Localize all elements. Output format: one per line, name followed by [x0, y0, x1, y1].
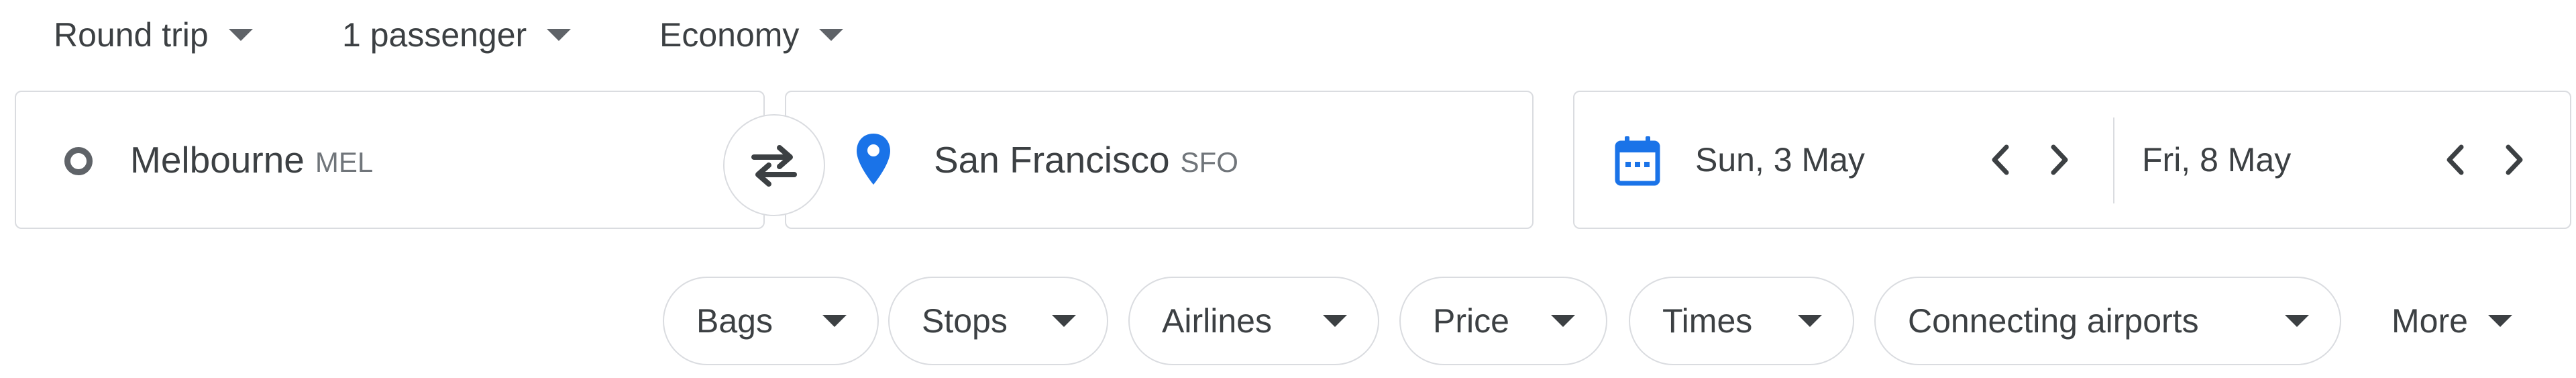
- filter-chip-airlines[interactable]: Airlines: [1128, 277, 1379, 365]
- cabin-class-label: Economy: [659, 16, 800, 54]
- filter-chip-times[interactable]: Times: [1629, 277, 1854, 365]
- filter-chip-connecting-airports[interactable]: Connecting airports: [1874, 277, 2341, 365]
- origin-city: Melbourne: [130, 139, 305, 181]
- swap-button[interactable]: [723, 114, 825, 216]
- cabin-class-select[interactable]: Economy: [659, 8, 844, 62]
- chip-label: Airlines: [1162, 302, 1272, 340]
- calendar-icon: [1615, 136, 1660, 186]
- chevron-left-icon: [2447, 144, 2464, 175]
- caret-down-icon: [1323, 315, 1347, 327]
- caret-down-icon: [1798, 315, 1822, 327]
- origin-code: MEL: [315, 146, 374, 178]
- date-divider: [2113, 117, 2114, 203]
- dates-field: Sun, 3 May Fri, 8 May: [1573, 91, 2571, 229]
- destination-city: San Francisco: [934, 139, 1170, 181]
- departure-next-button[interactable]: [2036, 92, 2083, 228]
- trip-type-select[interactable]: Round trip: [54, 8, 253, 62]
- location-pin-icon: [857, 134, 890, 185]
- caret-down-icon: [228, 29, 253, 41]
- more-filters-button[interactable]: More: [2392, 277, 2512, 365]
- chip-label: Price: [1433, 302, 1509, 340]
- chip-label: Times: [1662, 302, 1753, 340]
- caret-down-icon: [1052, 315, 1076, 327]
- chevron-right-icon: [2506, 144, 2523, 175]
- chip-label: Bags: [696, 302, 773, 340]
- passenger-label: 1 passenger: [342, 16, 527, 54]
- caret-down-icon: [547, 29, 572, 41]
- caret-down-icon: [822, 315, 847, 327]
- return-next-button[interactable]: [2491, 92, 2538, 228]
- departure-date: Sun, 3 May: [1695, 141, 1865, 179]
- trip-type-label: Round trip: [54, 16, 209, 54]
- more-label: More: [2392, 302, 2468, 340]
- departure-prev-button[interactable]: [1977, 92, 2024, 228]
- return-date: Fri, 8 May: [2142, 141, 2292, 179]
- caret-down-icon: [2487, 315, 2512, 327]
- chevron-left-icon: [1992, 144, 2009, 175]
- return-date-input[interactable]: Fri, 8 May: [2115, 92, 2417, 228]
- swap-arrows-icon: [751, 145, 797, 187]
- caret-down-icon: [1551, 315, 1575, 327]
- destination-code: SFO: [1180, 146, 1238, 178]
- flight-search-panel: Round trip 1 passenger Economy Melbourne…: [0, 0, 2576, 378]
- origin-input[interactable]: Melbourne MEL: [15, 91, 765, 229]
- filter-chip-stops[interactable]: Stops: [888, 277, 1108, 365]
- chip-label: Stops: [922, 302, 1008, 340]
- destination-input[interactable]: San Francisco SFO: [785, 91, 1534, 229]
- filter-chip-price[interactable]: Price: [1399, 277, 1607, 365]
- caret-down-icon: [819, 29, 844, 41]
- chip-label: Connecting airports: [1908, 302, 2199, 340]
- passenger-select[interactable]: 1 passenger: [342, 8, 572, 62]
- return-prev-button[interactable]: [2432, 92, 2479, 228]
- circle-outline-icon: [64, 147, 93, 175]
- chevron-right-icon: [2051, 144, 2068, 175]
- filter-chip-bags[interactable]: Bags: [663, 277, 879, 365]
- caret-down-icon: [2285, 315, 2309, 327]
